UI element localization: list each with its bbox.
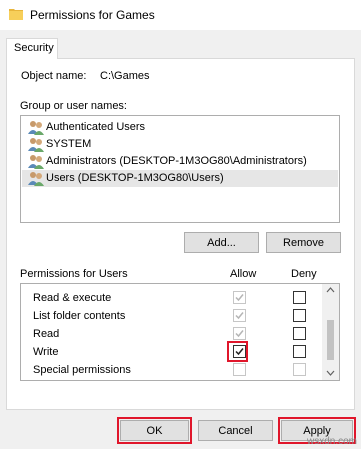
users-group-icon [28, 138, 44, 152]
deny-checkbox[interactable] [293, 291, 306, 304]
tab-security[interactable]: Security [6, 38, 58, 59]
allow-checkbox[interactable] [233, 309, 246, 322]
scroll-thumb[interactable] [327, 320, 334, 360]
list-item-authenticated-users[interactable]: Authenticated Users [22, 119, 338, 136]
list-item-label: Administrators (DESKTOP-1M3OG80\Administ… [46, 155, 307, 167]
permission-row-special: Special permissions [21, 361, 323, 379]
title-bar: Permissions for Games [0, 0, 361, 30]
group-names-label: Group or user names: [20, 100, 127, 112]
allow-column-header: Allow [230, 268, 257, 280]
allow-checkbox[interactable] [233, 327, 246, 340]
folder-icon [9, 9, 23, 20]
scroll-down-icon[interactable] [326, 370, 335, 376]
permission-row-read-execute: Read & execute [21, 289, 323, 307]
deny-checkbox[interactable] [293, 363, 306, 376]
permission-label: Read [33, 328, 60, 340]
list-item-administrators[interactable]: Administrators (DESKTOP-1M3OG80\Administ… [22, 153, 338, 170]
permission-row-read: Read [21, 325, 323, 343]
permission-label: List folder contents [33, 310, 126, 322]
list-item-system[interactable]: SYSTEM [22, 136, 338, 153]
allow-checkbox[interactable] [233, 291, 246, 304]
deny-checkbox[interactable] [293, 327, 306, 340]
window-title: Permissions for Games [30, 8, 155, 22]
permissions-for-label: Permissions for Users [20, 268, 128, 280]
remove-button[interactable]: Remove [266, 232, 341, 253]
group-user-list[interactable]: Authenticated Users SYSTEM Administrator… [20, 115, 340, 223]
permissions-scrollbar[interactable] [322, 284, 339, 380]
allow-checkbox[interactable] [233, 345, 246, 358]
ok-button[interactable]: OK [120, 420, 189, 441]
scroll-up-icon[interactable] [326, 287, 335, 293]
permission-label: Special permissions [33, 364, 131, 376]
object-name-value: C:\Games [100, 70, 150, 82]
tab-security-label: Security [14, 42, 54, 54]
permission-label: Write [33, 346, 59, 358]
permission-row-list-folder: List folder contents [21, 307, 323, 325]
list-item-label: Authenticated Users [46, 121, 146, 133]
users-group-icon [28, 155, 44, 169]
permissions-list: Read & execute List folder contents Read… [20, 283, 340, 381]
watermark: wsxdn.com [306, 436, 357, 447]
list-item-label: SYSTEM [46, 138, 92, 150]
users-group-icon [28, 172, 44, 186]
deny-checkbox[interactable] [293, 345, 306, 358]
users-group-icon [28, 121, 44, 135]
permission-row-write: Write [21, 343, 323, 361]
allow-checkbox[interactable] [233, 363, 246, 376]
deny-column-header: Deny [291, 268, 317, 280]
object-name-label: Object name: [21, 70, 87, 82]
add-button[interactable]: Add... [184, 232, 259, 253]
deny-checkbox[interactable] [293, 309, 306, 322]
list-item-users[interactable]: Users (DESKTOP-1M3OG80\Users) [22, 170, 338, 187]
list-item-label: Users (DESKTOP-1M3OG80\Users) [46, 172, 224, 184]
permission-label: Read & execute [33, 292, 112, 304]
cancel-button[interactable]: Cancel [198, 420, 273, 441]
